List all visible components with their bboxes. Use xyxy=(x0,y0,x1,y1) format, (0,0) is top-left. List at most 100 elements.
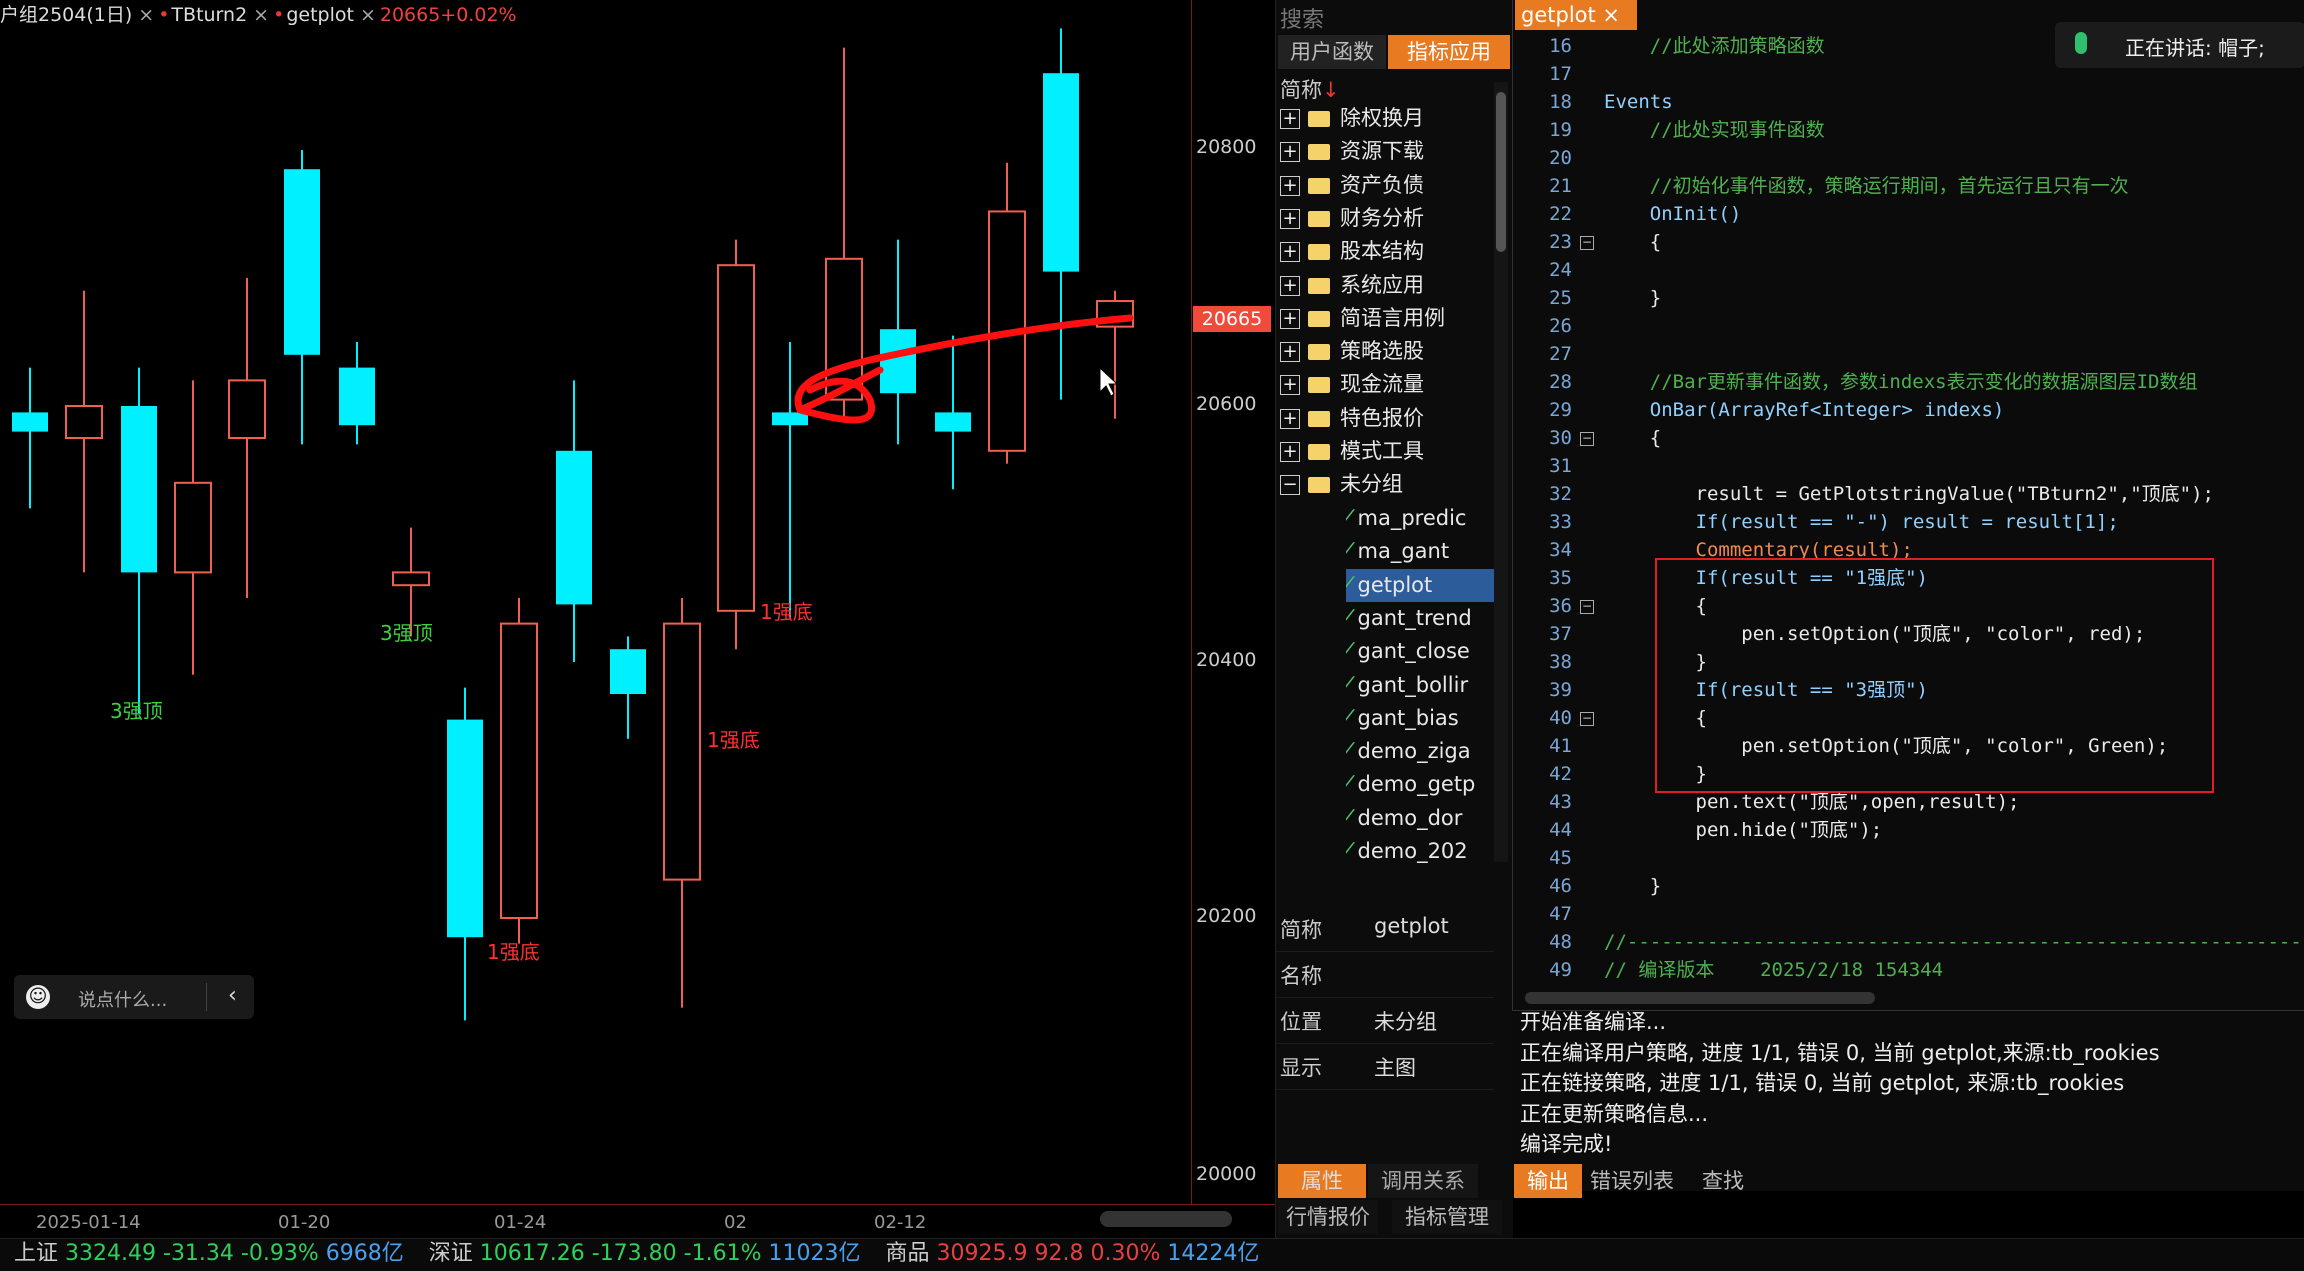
expand-icon[interactable]: + xyxy=(1280,308,1300,329)
code-line[interactable]: 29 OnBar(ArrayRef<Integer> indexs) xyxy=(1512,396,2004,424)
code-line[interactable]: 33 If(result == "-") result = result[1]; xyxy=(1512,508,2119,536)
tab-call-relations[interactable]: 调用关系 xyxy=(1368,1164,1478,1198)
candle-body[interactable] xyxy=(935,412,971,432)
property-row[interactable]: 显示 主图 xyxy=(1276,1044,1494,1090)
expand-icon[interactable]: + xyxy=(1280,375,1300,396)
property-row[interactable]: 简称 getplot xyxy=(1276,906,1494,952)
expand-icon[interactable]: + xyxy=(1280,208,1300,229)
tree-folder[interactable]: + 策略选股 xyxy=(1280,335,1498,368)
candle-body[interactable] xyxy=(1043,73,1079,272)
chevron-left-icon[interactable]: ‹ xyxy=(228,983,237,1008)
search-input[interactable]: 搜索 xyxy=(1280,2,1324,34)
tree-folder[interactable]: + 现金流量 xyxy=(1280,368,1498,401)
indicator-getplot[interactable]: getplot xyxy=(286,4,354,26)
tab-error-list[interactable]: 错误列表 xyxy=(1590,1164,1674,1198)
code-line[interactable]: 26 xyxy=(1512,312,1604,340)
tree-folder[interactable]: + 模式工具 xyxy=(1280,435,1498,468)
fold-icon[interactable]: − xyxy=(1580,432,1594,446)
tree-item-indicator[interactable]: ⁄ getplot xyxy=(1346,568,1494,602)
code-line[interactable]: 20 xyxy=(1512,144,1604,172)
expand-icon[interactable]: + xyxy=(1280,109,1300,129)
property-row[interactable]: 位置 未分组 xyxy=(1276,998,1494,1044)
candle-body[interactable] xyxy=(610,649,646,694)
code-line[interactable]: 25 } xyxy=(1512,284,1661,312)
candle-body[interactable] xyxy=(339,367,375,426)
collapse-icon[interactable]: − xyxy=(1280,475,1300,496)
candlestick-plot[interactable]: 3强顶 3强顶 1强底 1强底 1强底 xyxy=(0,0,1191,1204)
fold-icon[interactable]: − xyxy=(1580,236,1594,250)
tree-header[interactable]: 简称↓ xyxy=(1280,74,1500,102)
code-line[interactable]: 48 //------------------------------------… xyxy=(1512,928,2302,956)
close-icon[interactable]: × xyxy=(253,4,269,26)
expand-icon[interactable]: + xyxy=(1280,408,1300,429)
candle-body[interactable] xyxy=(65,405,103,439)
candle-body[interactable] xyxy=(392,571,430,587)
tree-folder[interactable]: + 特色报价 xyxy=(1280,402,1498,435)
code-line[interactable]: 28 //Bar更新事件函数，参数indexs表示变化的数据源图层ID数组 xyxy=(1512,368,2197,396)
tab-find[interactable]: 查找 xyxy=(1702,1164,1744,1198)
expand-icon[interactable]: + xyxy=(1280,242,1300,263)
property-row[interactable]: 名称 xyxy=(1276,952,1494,998)
candle-body[interactable] xyxy=(12,412,48,432)
tree-folder[interactable]: − 未分组 xyxy=(1280,468,1498,501)
candle-body[interactable] xyxy=(174,481,212,574)
tab-quotes[interactable]: 行情报价 xyxy=(1278,1200,1378,1234)
tab-properties[interactable]: 属性 xyxy=(1278,1164,1366,1198)
code-line[interactable]: 45 xyxy=(1512,844,1604,872)
close-icon[interactable]: × xyxy=(138,4,154,26)
code-line[interactable]: 47 xyxy=(1512,900,1604,928)
close-icon[interactable]: × xyxy=(360,4,376,26)
code-line[interactable]: 17 xyxy=(1512,60,1604,88)
tree-scrollbar[interactable] xyxy=(1494,82,1508,862)
tree-folder[interactable]: + 资源下载 xyxy=(1280,135,1498,168)
candle-body[interactable] xyxy=(447,719,483,938)
code-line[interactable]: 27 xyxy=(1512,340,1604,368)
candle-body[interactable] xyxy=(228,379,266,439)
code-line[interactable]: 24 xyxy=(1512,256,1604,284)
code-line[interactable]: 18 Events xyxy=(1512,88,1673,116)
emoji-icon[interactable]: ☺ xyxy=(26,985,50,1009)
chart-scrollbar[interactable] xyxy=(1100,1211,1232,1227)
code-line[interactable]: 22 OnInit() xyxy=(1512,200,1741,228)
code-line[interactable]: 16 //此处添加策略函数 xyxy=(1512,32,1825,60)
expand-icon[interactable]: + xyxy=(1280,275,1300,296)
scrollbar-thumb[interactable] xyxy=(1496,92,1506,252)
fold-icon[interactable]: − xyxy=(1580,712,1594,726)
expand-icon[interactable]: + xyxy=(1280,175,1300,196)
code-line[interactable]: 31 xyxy=(1512,452,1604,480)
tree-folder[interactable]: + 除权换月 xyxy=(1280,102,1498,135)
commodity-label[interactable]: 商品 xyxy=(886,1241,930,1266)
editor-tab-getplot[interactable]: getplot × xyxy=(1515,0,1637,30)
tab-output[interactable]: 输出 xyxy=(1514,1164,1582,1198)
tree-folder[interactable]: + 系统应用 xyxy=(1280,269,1498,302)
candle-body[interactable] xyxy=(284,169,320,355)
candle-body[interactable] xyxy=(121,406,157,573)
code-line[interactable]: 32 result = GetPlotstringValue("TBturn2"… xyxy=(1512,480,2214,508)
candle-body[interactable] xyxy=(556,450,592,605)
indicator-tbturn2[interactable]: TBturn2 xyxy=(171,4,247,26)
tab-indicator-manager[interactable]: 指标管理 xyxy=(1392,1200,1502,1234)
expand-icon[interactable]: + xyxy=(1280,442,1300,462)
tree-folder[interactable]: + 资产负债 xyxy=(1280,169,1498,202)
code-line[interactable]: 44 pen.hide("顶底"); xyxy=(1512,816,1882,844)
candle-body[interactable] xyxy=(880,329,916,394)
editor-scrollbar[interactable] xyxy=(1525,992,1875,1004)
candle-body[interactable] xyxy=(500,622,538,919)
code-line[interactable]: 19 //此处实现事件函数 xyxy=(1512,116,1825,144)
fold-icon[interactable]: − xyxy=(1580,600,1594,614)
sh-index-label[interactable]: 上证 xyxy=(14,1241,58,1266)
tree-folder[interactable]: + 财务分析 xyxy=(1280,202,1498,235)
candle-body[interactable] xyxy=(772,412,808,426)
tab-indicator-apps[interactable]: 指标应用 xyxy=(1388,35,1510,69)
candle-body[interactable] xyxy=(663,622,701,881)
code-line[interactable]: 46 } xyxy=(1512,872,1661,900)
code-line[interactable]: 21 //初始化事件函数，策略运行期间，首先运行且只有一次 xyxy=(1512,172,2129,200)
chat-input[interactable]: ☺ 说点什么... ‹ xyxy=(14,975,254,1019)
code-line[interactable]: 49 // 编译版本 2025/2/18 154344 xyxy=(1512,956,1943,984)
tree-folder[interactable]: + 简语言用例 xyxy=(1280,302,1498,335)
tree-folder[interactable]: + 股本结构 xyxy=(1280,235,1498,268)
tab-user-functions[interactable]: 用户函数 xyxy=(1278,35,1386,69)
expand-icon[interactable]: + xyxy=(1280,342,1300,363)
candle-body[interactable] xyxy=(717,264,755,612)
expand-icon[interactable]: + xyxy=(1280,142,1300,163)
